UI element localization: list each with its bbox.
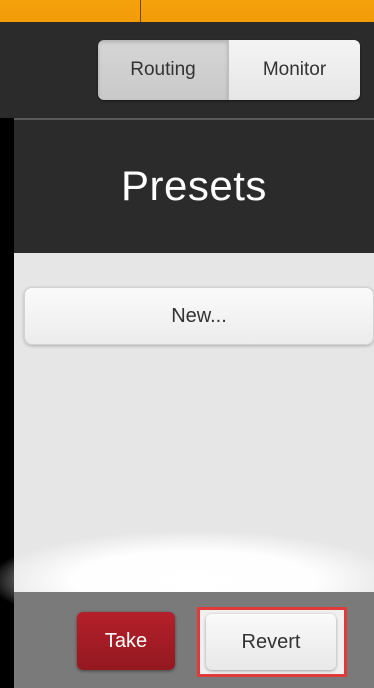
new-preset-button[interactable]: New... xyxy=(24,287,374,345)
revert-button[interactable]: Revert xyxy=(206,614,336,670)
tab-monitor[interactable]: Monitor xyxy=(229,40,360,100)
view-segmented-control: Routing Monitor xyxy=(98,40,360,100)
top-header: Routing Monitor xyxy=(0,22,374,118)
panel-title: Presets xyxy=(121,162,267,209)
left-edge-strip xyxy=(0,118,14,688)
take-button[interactable]: Take xyxy=(77,612,175,670)
accent-bar xyxy=(0,0,374,22)
panel-header: Presets xyxy=(14,118,374,253)
action-footer: Take Revert xyxy=(14,592,374,688)
accent-divider xyxy=(140,0,141,22)
tab-routing[interactable]: Routing xyxy=(98,40,229,100)
